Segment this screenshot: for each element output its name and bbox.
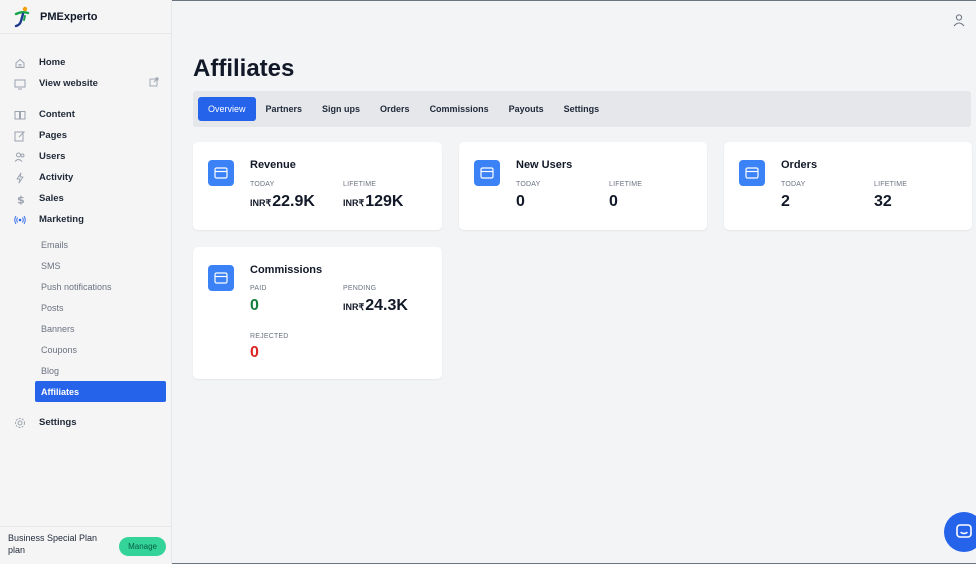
svg-text:$: $ [17,193,25,205]
currency-label: INR₹ [250,198,272,208]
tab-payouts[interactable]: Payouts [499,97,554,121]
edit-icon [13,129,26,142]
tab-bar: Overview Partners Sign ups Orders Commis… [193,91,971,127]
pmexperto-logo-icon [14,6,30,27]
sidebar-item-label: Content [39,109,75,120]
tab-sign-ups[interactable]: Sign ups [312,97,370,121]
sidebar-subitem-sms[interactable]: SMS [0,255,171,276]
orders-card: Orders TODAY 2 LIFETIME 32 [724,142,972,230]
manage-button[interactable]: Manage [119,537,166,556]
lifetime-label: LIFETIME [343,181,377,188]
main-content: Affiliates Overview Partners Sign ups Or… [172,0,976,564]
commissions-paid-value: 0 [250,297,259,314]
sidebar-item-activity[interactable]: Activity [0,167,171,188]
tab-orders[interactable]: Orders [370,97,420,121]
gear-icon [13,416,26,429]
revenue-lifetime-value: INR₹129K [343,193,403,211]
card-title: Orders [781,159,818,171]
card-icon [739,160,765,186]
sidebar-item-label: Sales [39,193,64,204]
commissions-pending-value: INR₹24.3K [343,297,408,315]
sidebar-subitem-coupons[interactable]: Coupons [0,339,171,360]
orders-lifetime-value: 32 [874,193,892,210]
rejected-label: REJECTED [250,333,289,340]
sidebar-item-marketing[interactable]: Marketing [0,209,171,230]
value: 129K [365,193,404,210]
lifetime-label: LIFETIME [874,181,908,188]
chat-bubble-icon [956,524,972,538]
today-label: TODAY [250,181,275,188]
card-icon [208,265,234,291]
card-title: Commissions [250,264,323,276]
sidebar-item-home[interactable]: Home [0,52,171,73]
sidebar-item-view-website[interactable]: View website [0,73,171,94]
card-title: Revenue [250,159,296,171]
card-icon [474,160,500,186]
plan-text: Business Special Plan plan [8,533,98,555]
card-icon [208,160,234,186]
sidebar-subitem-push-notifications[interactable]: Push notifications [0,276,171,297]
paid-label: PAID [250,285,267,292]
new-users-lifetime-value: 0 [609,193,618,210]
external-link-icon[interactable] [149,77,159,87]
broadcast-icon [13,213,26,226]
chat-launcher-button[interactable] [944,512,976,552]
sidebar-item-content[interactable]: Content [0,104,171,125]
sidebar-item-sales[interactable]: $ Sales [0,188,171,209]
revenue-today-value: INR₹22.9K [250,193,315,211]
orders-today-value: 2 [781,193,790,210]
currency-label: INR₹ [343,198,365,208]
sidebar-subitem-blog[interactable]: Blog [0,360,171,381]
value: 24.3K [365,297,408,314]
sidebar-item-label: Users [39,151,66,162]
commissions-card: Commissions PAID 0 PENDING INR₹24.3K REJ… [193,247,442,379]
page-title: Affiliates [193,55,295,82]
new-users-card: New Users TODAY 0 LIFETIME 0 [459,142,707,230]
tab-settings[interactable]: Settings [554,97,610,121]
sidebar-subitem-banners[interactable]: Banners [0,318,171,339]
sidebar-subitem-posts[interactable]: Posts [0,297,171,318]
card-title: New Users [516,159,573,171]
brand[interactable]: PMExperto [0,0,171,34]
sidebar-item-users[interactable]: Users [0,146,171,167]
sidebar-item-settings[interactable]: Settings [0,412,171,433]
today-label: TODAY [516,181,541,188]
brand-name: PMExperto [40,10,98,23]
user-profile-icon[interactable] [952,13,966,27]
sidebar-subitem-emails[interactable]: Emails [0,234,171,255]
sidebar-subitem-affiliates[interactable]: Affiliates [35,381,166,402]
value: 22.9K [272,193,315,210]
new-users-today-value: 0 [516,193,525,210]
sidebar: PMExperto Home View website Content Page… [0,0,172,564]
book-icon [13,108,26,121]
tab-partners[interactable]: Partners [256,97,313,121]
pending-label: PENDING [343,285,377,292]
sidebar-item-label: Home [39,57,66,68]
activity-icon [13,171,26,184]
currency-label: INR₹ [343,302,365,312]
revenue-card: Revenue TODAY INR₹22.9K LIFETIME INR₹129… [193,142,442,230]
sidebar-item-label: Pages [39,130,67,141]
monitor-icon [13,77,26,90]
sidebar-nav: Home View website Content Pages Users Ac… [0,34,171,433]
dollar-icon: $ [13,192,26,205]
lifetime-label: LIFETIME [609,181,643,188]
home-icon [13,56,26,69]
users-icon [13,150,26,163]
tab-overview[interactable]: Overview [198,97,256,121]
sidebar-item-label: Marketing [39,214,84,225]
sidebar-item-label: View website [39,78,98,89]
sidebar-item-label: Settings [39,417,77,428]
commissions-rejected-value: 0 [250,344,259,361]
plan-panel: Business Special Plan plan Manage [0,526,172,564]
tab-commissions[interactable]: Commissions [420,97,499,121]
sidebar-item-label: Activity [39,172,74,183]
sidebar-item-pages[interactable]: Pages [0,125,171,146]
today-label: TODAY [781,181,806,188]
